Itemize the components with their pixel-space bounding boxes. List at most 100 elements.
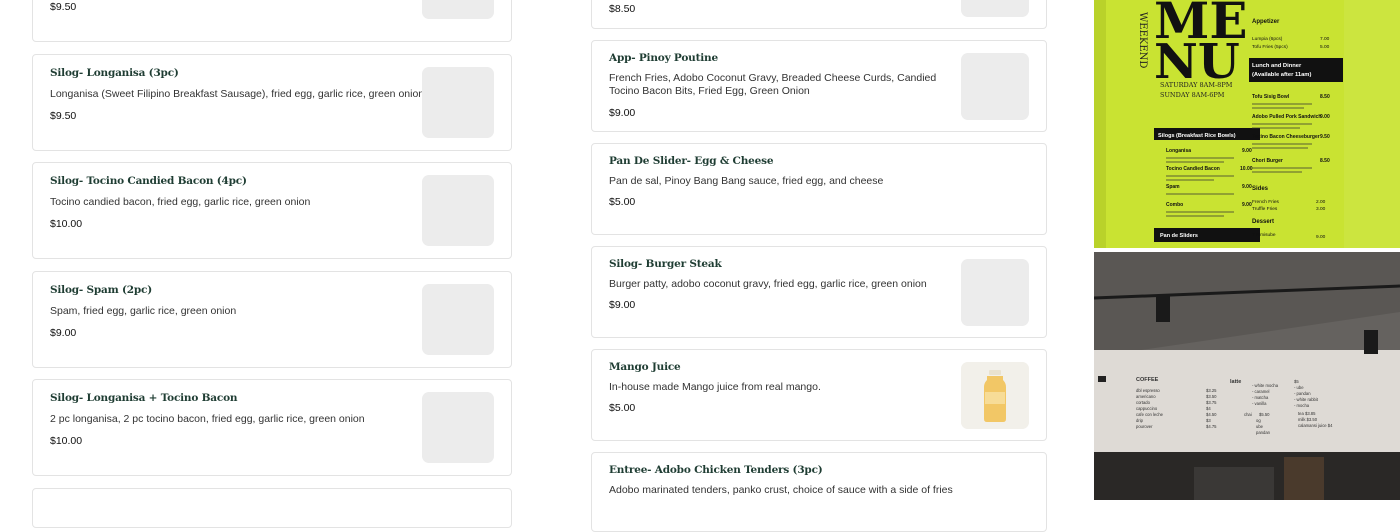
svg-text:10.00: 10.00 [1240,166,1253,172]
svg-text:- caramel: - caramel [1252,389,1270,394]
svg-text:Spam: Spam [1166,184,1180,190]
svg-text:3.00: 3.00 [1316,206,1326,212]
svg-text:chai: chai [1244,412,1252,417]
item-image[interactable] [422,392,494,463]
svg-text:cortado: cortado [1136,400,1151,405]
item-title: Silog- Burger Steak [609,258,722,270]
svg-text:americano: americano [1136,394,1156,399]
svg-text:og: og [1256,418,1261,423]
svg-text:7.00: 7.00 [1320,36,1330,42]
svg-text:Tocino Bacon Cheeseburger: Tocino Bacon Cheeseburger [1252,134,1320,140]
menu-item-card[interactable]: Silog- Spam (2pc) Spam, fried egg, garli… [32,271,512,368]
menu-item-card[interactable]: Mango Juice In-house made Mango juice fr… [591,349,1047,441]
svg-text:Lumpia (6pcs): Lumpia (6pcs) [1252,36,1283,42]
svg-text:$5: $5 [1294,379,1299,384]
svg-text:SUNDAY 8AM-6PM: SUNDAY 8AM-6PM [1160,91,1225,99]
svg-text:8.50: 8.50 [1320,94,1330,100]
item-title: Silog- Longanisa (3pc) [50,67,179,79]
svg-text:French Fries: French Fries [1252,199,1280,205]
svg-text:Lunch and Dinner: Lunch and Dinner [1252,63,1302,69]
item-price: $9.00 [50,327,77,339]
svg-text:- white mocha: - white mocha [1252,383,1279,388]
menu-board-photo[interactable]: WEEKEND ME NU SATURDAY 8AM-8PM SUNDAY 8A… [1094,0,1400,248]
svg-text:Adobo Pulled Pork Sandwich: Adobo Pulled Pork Sandwich [1252,114,1321,120]
item-title: Silog- Spam (2pc) [50,284,152,296]
svg-text:$3.50: $3.50 [1206,394,1217,399]
svg-text:latte: latte [1230,379,1241,385]
svg-text:- matcha: - matcha [1252,395,1269,400]
svg-text:$3.75: $3.75 [1206,400,1217,405]
svg-text:ube: ube [1256,424,1264,429]
svg-text:Combo: Combo [1166,202,1183,208]
svg-text:9.00: 9.00 [1242,184,1252,190]
item-image[interactable] [422,175,494,246]
menu-item-card[interactable]: Entree- Adobo Chicken Tenders (3pc) Adob… [591,452,1047,532]
item-description: Burger patty, adobo coconut gravy, fried… [609,278,927,290]
item-description: Tocino candied bacon, fried egg, garlic … [50,196,311,208]
item-description: Adobo marinated tenders, panko crust, ch… [609,484,953,496]
wall-menu-photo[interactable]: COFFEE dbl espresso americano cortado ca… [1094,252,1400,500]
item-price: $10.00 [50,218,83,230]
svg-text:drip: drip [1136,418,1144,423]
item-image[interactable] [961,0,1029,17]
svg-text:Dessert: Dessert [1252,219,1274,225]
item-description: Longanisa (Sweet Filipino Breakfast Saus… [50,88,425,100]
svg-text:Appetizer: Appetizer [1252,19,1280,25]
item-title: Silog- Tocino Candied Bacon (4pc) [50,175,247,187]
item-image[interactable] [422,67,494,138]
svg-text:Pan de Sliders: Pan de Sliders [1160,233,1198,239]
svg-text:- pandan: - pandan [1294,391,1311,396]
svg-text:Longanisa: Longanisa [1166,128,1189,134]
svg-text:dbl espresso: dbl espresso [1136,388,1160,393]
svg-text:9.00: 9.00 [1316,234,1326,240]
item-title: App- Pinoy Poutine [609,52,718,64]
svg-text:milk $3.50: milk $3.50 [1298,417,1318,422]
svg-text:Truffle Fries: Truffle Fries [1252,206,1278,212]
svg-text:Sides: Sides [1252,186,1269,192]
menu-item-card[interactable]: Silog- Burger Steak Burger patty, adobo … [591,246,1047,338]
menu-item-card[interactable]: Silog- Longanisa + Tocino Bacon 2 pc lon… [32,379,512,476]
svg-text:pandan: pandan [1256,430,1271,435]
item-image[interactable] [422,0,494,19]
menu-item-card[interactable]: Silog- Tocino Candied Bacon (4pc) Tocino… [32,162,512,259]
item-price: $10.00 [50,435,83,447]
item-title: Silog- Longanisa + Tocino Bacon [50,392,238,404]
item-price: $5.00 [609,402,636,414]
menu-item-card[interactable]: $8.50 [591,0,1047,29]
item-price: $9.50 [50,110,77,122]
menu-item-card[interactable]: Silog- Longanisa (3pc) Longanisa (Sweet … [32,54,512,151]
mango-juice-image[interactable] [961,362,1029,429]
svg-text:5.00: 5.00 [1320,44,1330,50]
menu-item-card[interactable] [32,488,512,528]
item-price: $8.50 [609,3,636,15]
menu-item-card[interactable]: $9.50 [32,0,512,42]
item-description: Spam, fried egg, garlic rice, green onio… [50,305,237,317]
svg-text:Tiramisube: Tiramisube [1252,232,1276,238]
menu-board-side-text: WEEKEND [1137,12,1148,68]
svg-text:(Available after 11am): (Available after 11am) [1252,72,1311,78]
svg-text:Tocino Candied Bacon: Tocino Candied Bacon [1166,166,1220,172]
item-price: $5.00 [609,196,636,208]
svg-text:$5.50: $5.50 [1259,412,1270,417]
menu-item-card[interactable]: App- Pinoy Poutine French Fries, Adobo C… [591,40,1047,132]
item-title: Mango Juice [609,361,681,373]
menu-item-card[interactable]: Pan De Slider- Egg & Cheese Pan de sal, … [591,143,1047,235]
svg-text:Tofu Sisig Bowl: Tofu Sisig Bowl [1252,94,1290,100]
item-description: 2 pc longanisa, 2 pc tocino bacon, fried… [50,413,365,425]
svg-text:Chori Burger: Chori Burger [1252,158,1283,164]
item-title: Entree- Adobo Chicken Tenders (3pc) [609,464,823,476]
item-image[interactable] [961,259,1029,326]
item-description: Pan de sal, Pinoy Bang Bang sauce, fried… [609,175,884,187]
svg-text:9.00: 9.00 [1242,148,1252,154]
svg-text:8.50: 8.50 [1320,158,1330,164]
svg-text:tea $3.85: tea $3.85 [1298,411,1316,416]
svg-text:cafe con leche: cafe con leche [1136,412,1164,417]
svg-text:- white rabbit: - white rabbit [1294,397,1319,402]
item-image[interactable] [422,284,494,355]
item-price: $9.00 [609,299,636,311]
svg-text:2.00: 2.00 [1316,199,1326,205]
svg-text:9.00: 9.00 [1320,114,1330,120]
item-image[interactable] [961,53,1029,120]
item-title: Pan De Slider- Egg & Cheese [609,155,774,167]
svg-text:- mocha: - mocha [1294,403,1310,408]
